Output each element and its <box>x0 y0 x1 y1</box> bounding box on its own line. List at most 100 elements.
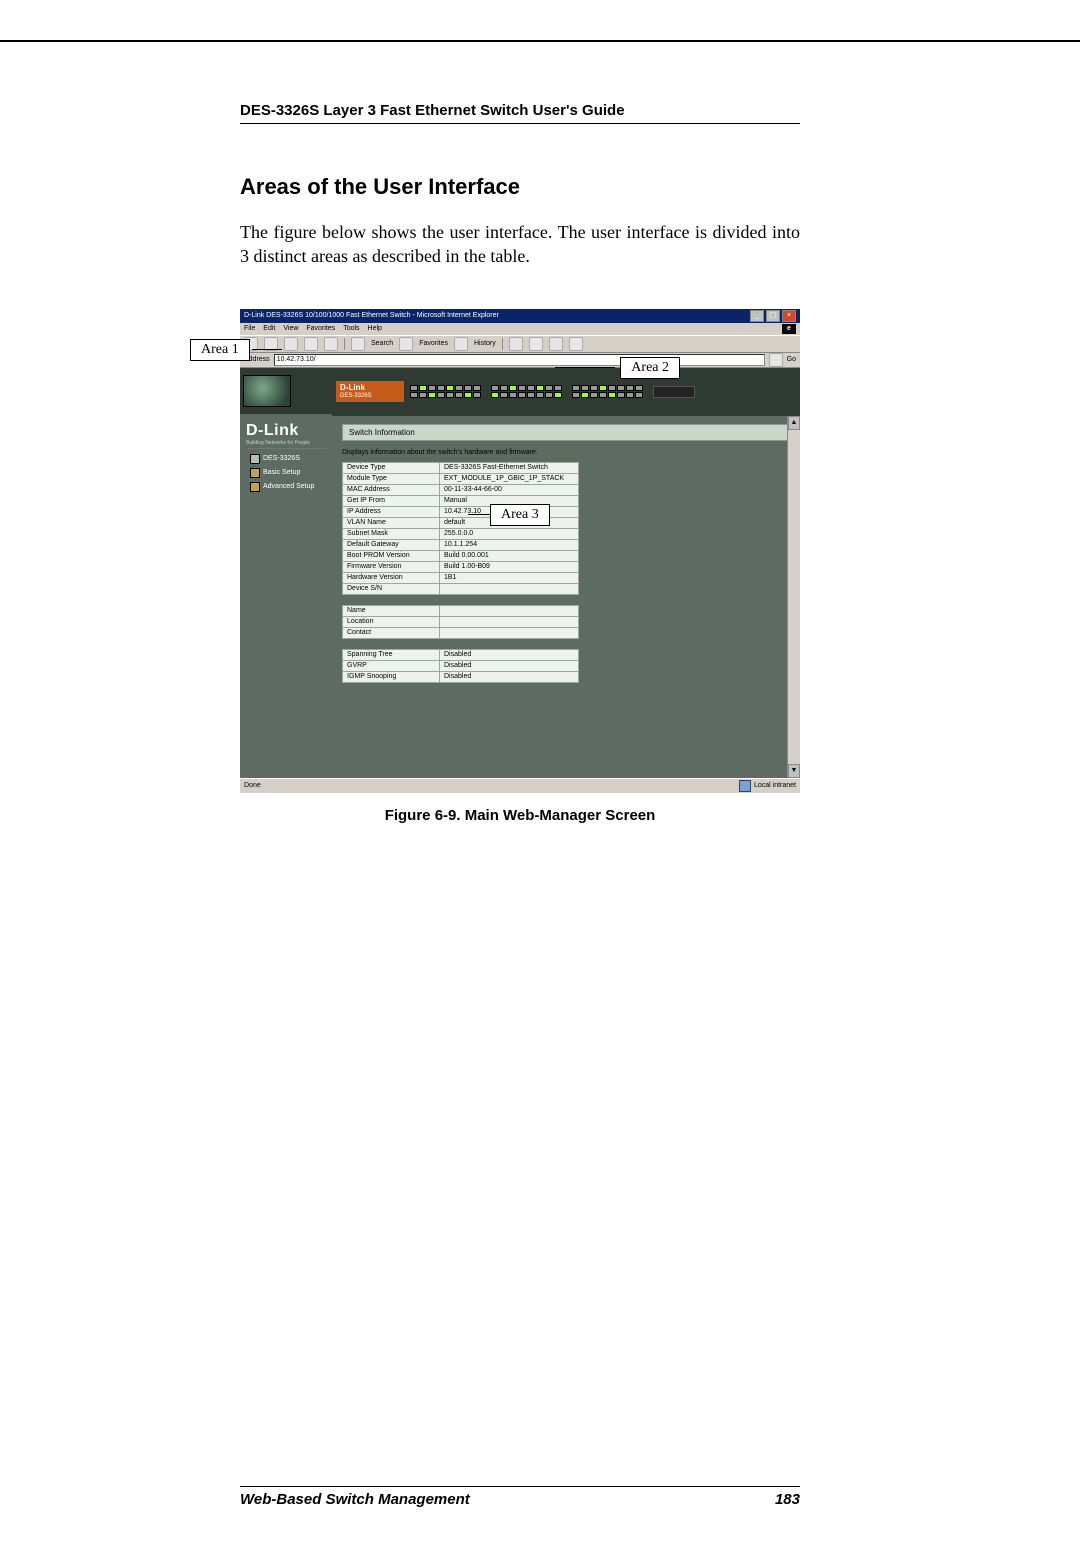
row-value <box>440 605 579 616</box>
row-key: Name <box>343 605 440 616</box>
callout-area3: Area 3 <box>490 504 550 526</box>
mail-icon[interactable] <box>509 337 523 351</box>
table-row: Spanning TreeDisabled <box>343 649 579 660</box>
go-label[interactable]: Go <box>787 356 796 363</box>
refresh-icon[interactable] <box>304 337 318 351</box>
row-value: Disabled <box>440 671 579 682</box>
scroll-down-icon[interactable]: ▼ <box>788 764 800 778</box>
sidebar-item-label: Advanced Setup <box>263 483 314 490</box>
sidebar-tagline: Building Networks for People <box>246 440 326 449</box>
address-bar: Address 10.42.73.10/ Go <box>240 353 800 368</box>
row-value: 1B1 <box>440 572 579 583</box>
menu-view[interactable]: View <box>283 323 298 335</box>
row-value: DES-3326S Fast-Ethernet Switch <box>440 462 579 473</box>
globe-graphic <box>243 375 291 407</box>
favorites-icon[interactable] <box>399 337 413 351</box>
row-key: Subnet Mask <box>343 528 440 539</box>
row-key: Default Gateway <box>343 539 440 550</box>
sidebar-item-advanced[interactable]: Advanced Setup <box>246 480 326 494</box>
document-page: DES-3326S Layer 3 Fast Ethernet Switch U… <box>0 40 1080 1568</box>
toolbar-separator <box>502 338 503 350</box>
table-row: MAC Address00-11-33-44-66-00 <box>343 484 579 495</box>
menu-bar: File Edit View Favorites Tools Help e <box>240 323 800 335</box>
port-bank-3 <box>572 385 643 398</box>
callout-lead <box>555 367 615 368</box>
zone-icon <box>739 780 751 792</box>
status-right: Local intranet <box>754 782 796 789</box>
edit-icon[interactable] <box>549 337 563 351</box>
window-title: D-Link DES-3326S 10/100/1000 Fast Ethern… <box>244 309 499 323</box>
table-row: Subnet Mask255.0.0.0 <box>343 528 579 539</box>
row-value <box>440 627 579 638</box>
menu-tools[interactable]: Tools <box>343 323 359 335</box>
scroll-up-icon[interactable]: ▲ <box>788 416 800 430</box>
table-row: Firmware VersionBuild 1.00-B09 <box>343 561 579 572</box>
port-bank-2 <box>491 385 562 398</box>
table-row: Hardware Version1B1 <box>343 572 579 583</box>
table-row: Device S/N <box>343 583 579 594</box>
table-row: Boot PROM VersionBuild 0.00.001 <box>343 550 579 561</box>
panel-description: Displays information about the switch's … <box>342 449 790 456</box>
callout-area2: Area 2 <box>620 357 680 379</box>
folder-icon <box>250 468 260 478</box>
info-block-c: Spanning TreeDisabledGVRPDisabledIGMP Sn… <box>342 649 790 683</box>
discuss-icon[interactable] <box>569 337 583 351</box>
table-row: Module TypeEXT_MODULE_1P_GBIC_1P_STACK <box>343 473 579 484</box>
menu-file[interactable]: File <box>244 323 255 335</box>
print-icon[interactable] <box>529 337 543 351</box>
toolbar-search-label[interactable]: Search <box>371 340 393 347</box>
toolbar: Search Favorites History <box>240 335 800 353</box>
row-key: Device S/N <box>343 583 440 594</box>
figure-wrap: Area 1 Area 2 Area 3 D-Link DES-3326S 10… <box>240 309 800 793</box>
row-value: Build 1.00-B09 <box>440 561 579 572</box>
row-value: EXT_MODULE_1P_GBIC_1P_STACK <box>440 473 579 484</box>
stop-icon[interactable] <box>284 337 298 351</box>
row-key: Spanning Tree <box>343 649 440 660</box>
toolbar-favorites-label[interactable]: Favorites <box>419 340 448 347</box>
close-button[interactable]: × <box>782 310 796 322</box>
row-value: 00-11-33-44-66-00 <box>440 484 579 495</box>
device-model-label: DES-3326S <box>340 393 400 400</box>
toolbar-separator <box>344 338 345 350</box>
row-key: IGMP Snooping <box>343 671 440 682</box>
maximize-button[interactable]: ▢ <box>766 310 780 322</box>
device-port-panel <box>410 385 796 398</box>
body-paragraph: The figure below shows the user interfac… <box>240 220 800 269</box>
callout-area1: Area 1 <box>190 339 250 361</box>
go-icon[interactable] <box>769 353 783 367</box>
row-key: Device Type <box>343 462 440 473</box>
history-icon[interactable] <box>454 337 468 351</box>
panel-title: Switch Information <box>342 424 790 441</box>
row-key: Get IP From <box>343 495 440 506</box>
page-header: DES-3326S Layer 3 Fast Ethernet Switch U… <box>240 102 800 124</box>
scrollbar[interactable]: ▲ ▼ <box>787 416 800 778</box>
footer-left: Web-Based Switch Management <box>240 1491 470 1508</box>
device-brand: D-Link <box>340 384 400 393</box>
ie-logo-icon: e <box>782 324 796 334</box>
info-block-a: Device TypeDES-3326S Fast-Ethernet Switc… <box>342 462 790 595</box>
row-key: IP Address <box>343 506 440 517</box>
row-value <box>440 616 579 627</box>
sidebar-item-model[interactable]: DES-3326S <box>246 452 326 466</box>
menu-edit[interactable]: Edit <box>263 323 275 335</box>
sidebar-item-label: Basic Setup <box>263 469 300 476</box>
menu-help[interactable]: Help <box>368 323 382 335</box>
address-input[interactable]: 10.42.73.10/ <box>274 354 765 366</box>
status-bar: Done Local intranet <box>240 778 800 793</box>
row-key: Location <box>343 616 440 627</box>
search-icon[interactable] <box>351 337 365 351</box>
device-brand-block: D-Link DES-3326S <box>336 381 404 402</box>
minimize-button[interactable]: _ <box>750 310 764 322</box>
table-row: Location <box>343 616 579 627</box>
row-key: Contact <box>343 627 440 638</box>
home-icon[interactable] <box>324 337 338 351</box>
row-value: Build 0.00.001 <box>440 550 579 561</box>
menu-favorites[interactable]: Favorites <box>306 323 335 335</box>
sidebar-item-basic[interactable]: Basic Setup <box>246 466 326 480</box>
row-key: Module Type <box>343 473 440 484</box>
table-row: GVRPDisabled <box>343 660 579 671</box>
toolbar-history-label[interactable]: History <box>474 340 496 347</box>
row-value: 255.0.0.0 <box>440 528 579 539</box>
callout-lead <box>252 349 282 350</box>
folder-icon <box>250 482 260 492</box>
